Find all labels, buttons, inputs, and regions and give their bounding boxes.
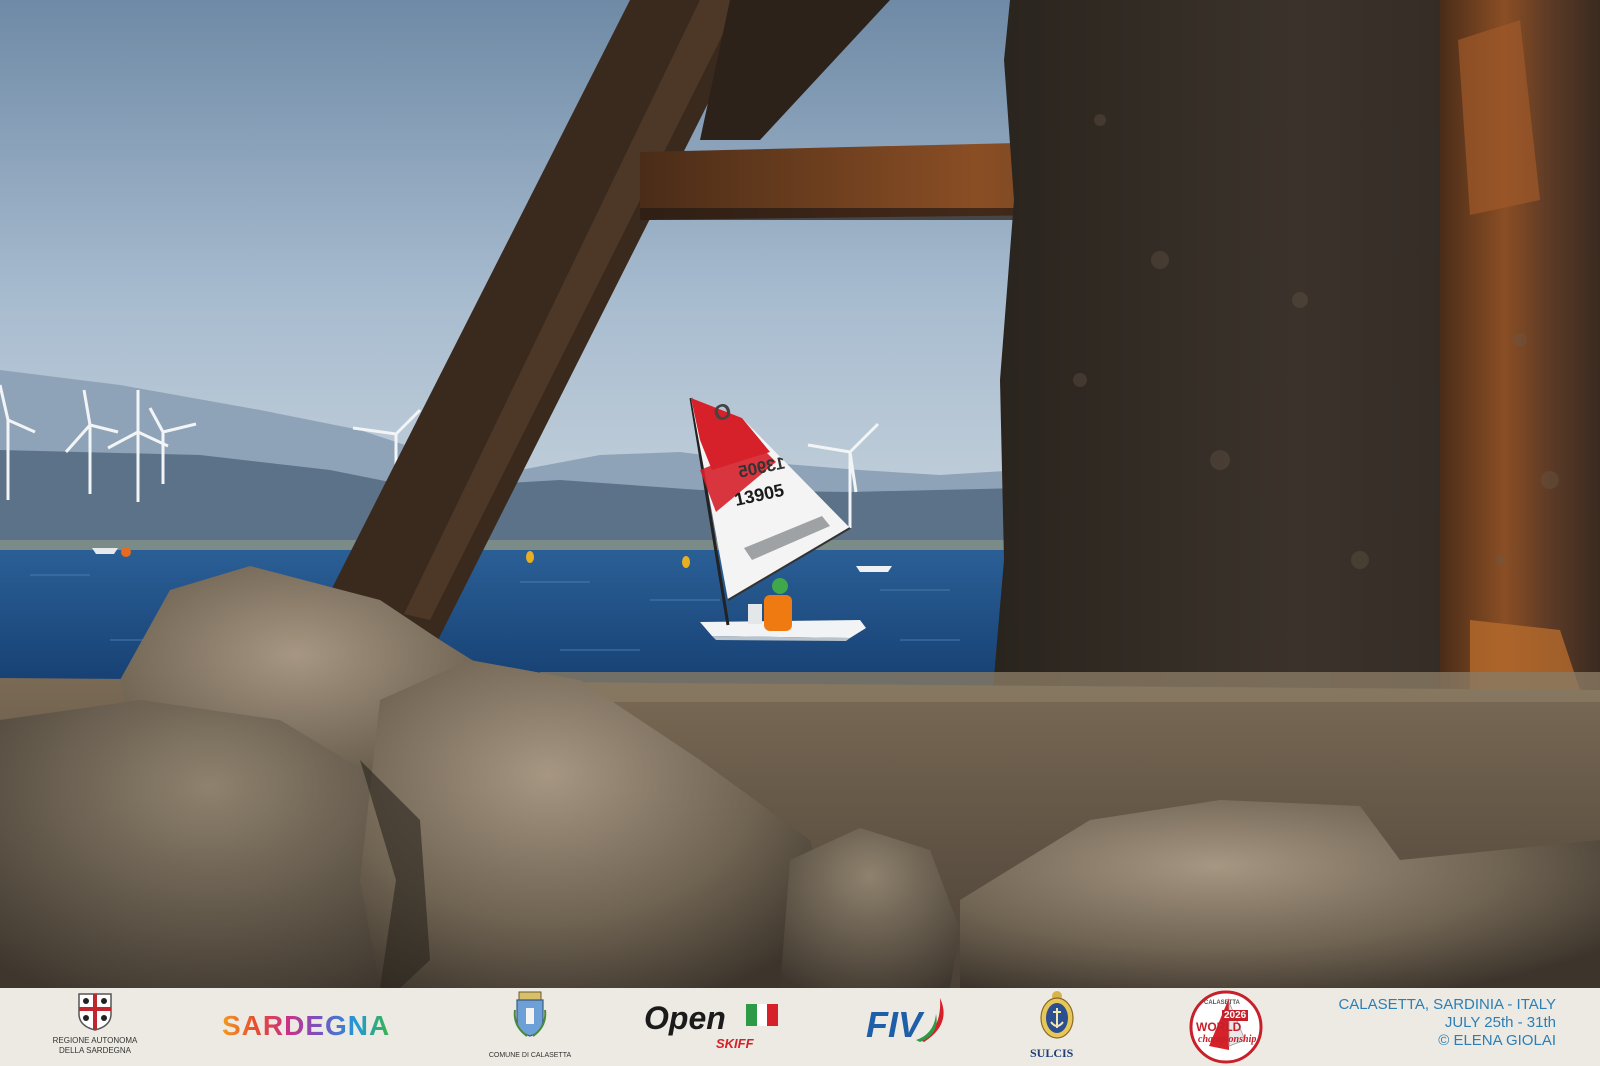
- anchor-crest-icon: [1040, 991, 1074, 1039]
- calasetta-crest-icon: [513, 991, 547, 1037]
- support-boat: [856, 566, 892, 572]
- regione-caption-line2: DELLA SARDEGNA: [58, 1046, 132, 1055]
- championship-year-text: 2026: [1222, 1010, 1249, 1021]
- event-credit: CALASETTA, SARDINIA - ITALY JULY 25th - …: [1338, 996, 1556, 1050]
- sailor-seat: [748, 604, 762, 624]
- orange-buoy: [121, 547, 131, 557]
- championship-world-text: WORLD: [1196, 1020, 1242, 1034]
- event-dates: JULY 25th - 31th: [1444, 1014, 1556, 1031]
- open-wordmark: Open: [644, 1000, 726, 1036]
- support-boat: [92, 548, 118, 554]
- sponsor-footer: REGIONE AUTONOMA DELLA SARDEGNA SARDEGNA…: [0, 988, 1600, 1066]
- sardegna-logo: SARDEGNA: [220, 988, 410, 1066]
- breakwater-top-edge: [540, 672, 1600, 702]
- event-location: CALASETTA, SARDINIA - ITALY: [1338, 996, 1556, 1013]
- open-skiff-logo: Open SKIFF: [640, 988, 790, 1066]
- yellow-buoy: [682, 556, 690, 568]
- fiv-logo: FIV: [866, 988, 966, 1066]
- photo-credit: © ELENA GIOLAI: [1438, 1032, 1556, 1049]
- comune-caption: COMUNE DI CALASETTA: [488, 1052, 572, 1059]
- sailor-body: [764, 595, 792, 631]
- championship-script-text: championship: [1198, 1034, 1257, 1045]
- sulcis-logo: SULCIS: [1022, 988, 1092, 1066]
- sardegna-wordmark: SARDEGNA: [222, 1010, 391, 1041]
- regione-sardegna-logo: REGIONE AUTONOMA DELLA SARDEGNA: [40, 988, 150, 1066]
- sardinia-coat-of-arms-icon: [78, 993, 112, 1031]
- italian-flag-icon: [746, 1004, 778, 1026]
- fiv-swoosh-icon: [916, 998, 944, 1042]
- yellow-buoy: [526, 551, 534, 563]
- sulcis-wordmark: SULCIS: [1030, 1046, 1074, 1060]
- regatta-photo: O 13905 13905: [0, 0, 1600, 988]
- sailor-helmet: [772, 578, 788, 594]
- regione-caption-line1: REGIONE AUTONOMA: [52, 1036, 138, 1045]
- comune-calasetta-logo: COMUNE DI CALASETTA: [470, 988, 590, 1066]
- championship-top-text: CALASETTA: [1204, 1000, 1240, 1006]
- skiff-wordmark: SKIFF: [716, 1036, 754, 1051]
- world-championship-logo: CALASETTA WORLD 2026 championship: [1186, 988, 1266, 1066]
